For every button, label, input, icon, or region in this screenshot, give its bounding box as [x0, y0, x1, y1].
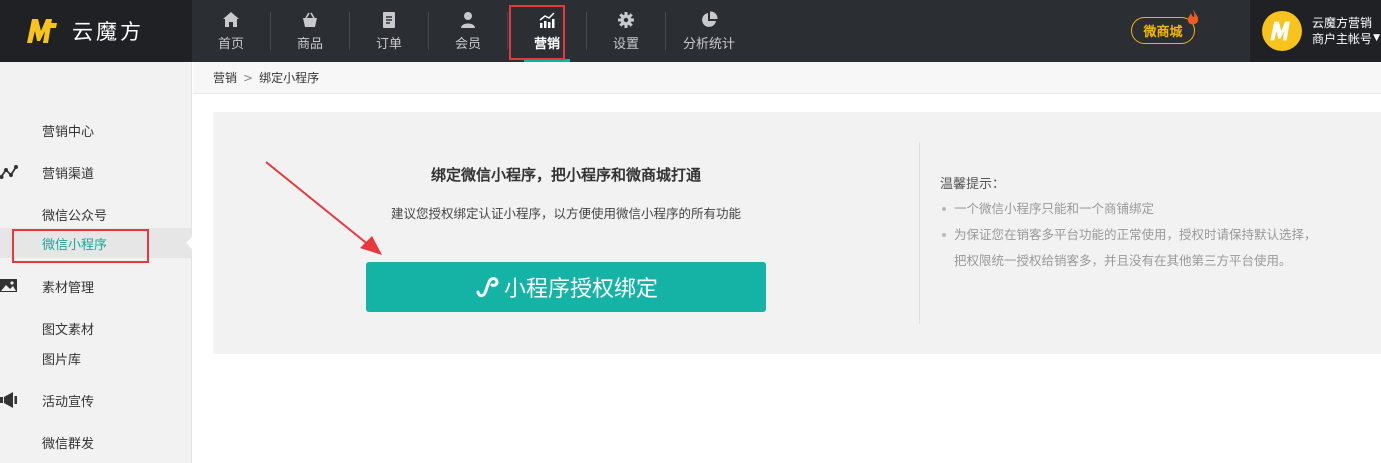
nav-orders[interactable]: 订单: [350, 0, 428, 62]
panel-subtitle: 建议您授权绑定认证小程序，以方便使用微信小程序的所有功能: [390, 206, 741, 221]
brand-logo-icon: [1270, 21, 1290, 41]
highlight-box: [12, 229, 149, 263]
miniprogram-icon: [476, 277, 499, 297]
sidebar-item-materials[interactable]: 素材管理: [0, 271, 192, 301]
sidebar-item-label: 微信群发: [42, 436, 95, 452]
tip-item: 把权限统一授权给销客多，并且没有在其他第三方平台使用。: [954, 253, 1292, 268]
main-nav: 首页 商品 订单 会员 营销 设置 分析统计: [192, 0, 752, 62]
active-pointer: [186, 235, 194, 251]
image-icon: [0, 279, 17, 292]
chevron-down-icon: ▼: [1373, 33, 1380, 43]
sidebar-item-marketing-channels[interactable]: 营销渠道: [0, 157, 192, 187]
panel-title: 绑定微信小程序，把小程序和微商城打通: [430, 166, 701, 184]
basket-icon: [303, 12, 317, 27]
bind-panel: 绑定微信小程序，把小程序和微商城打通 建议您授权绑定认证小程序，以方便使用微信小…: [213, 112, 1381, 354]
avatar: [1262, 11, 1302, 51]
sidebar-item-label: 图文素材: [42, 322, 95, 338]
breadcrumb: 营销 > 绑定小程序: [193, 62, 1381, 94]
nav-home[interactable]: 首页: [192, 0, 270, 62]
nav-label: 首页: [217, 36, 244, 52]
sidebar-item-campaigns[interactable]: 活动宣传: [0, 385, 192, 415]
flame-icon: [1187, 9, 1199, 25]
user-name: 云魔方营销: [1312, 16, 1373, 30]
sidebar-item-label: 营销渠道: [42, 166, 95, 182]
sidebar-item-label: 素材管理: [42, 280, 95, 296]
sidebar-item-label: 图片库: [42, 352, 82, 368]
sidebar-item-label: 活动宣传: [42, 394, 95, 410]
home-icon: [223, 11, 239, 27]
megaphone-icon: [0, 392, 17, 408]
logo[interactable]: 云魔方: [0, 0, 192, 62]
sidebar-item-mass-message[interactable]: 微信群发: [0, 427, 192, 457]
miniprogram-bind-button[interactable]: 小程序授权绑定: [366, 262, 766, 312]
tip-item: 一个微信小程序只能和一个商铺绑定: [940, 196, 1370, 222]
sidebar-item-label: 营销中心: [42, 124, 95, 140]
document-icon: [383, 11, 395, 28]
sidebar-item-wechat-official[interactable]: 微信公众号: [0, 199, 192, 229]
nav-label: 分析统计: [682, 36, 735, 52]
nav-members[interactable]: 会员: [429, 0, 507, 62]
user-icon: [461, 11, 475, 28]
pie-chart-icon: [702, 10, 718, 27]
breadcrumb-parent[interactable]: 营销: [213, 69, 237, 86]
sidebar-item-articles[interactable]: 图文素材: [0, 313, 192, 343]
nav-analytics[interactable]: 分析统计: [666, 0, 752, 62]
nav-label: 商品: [296, 36, 323, 52]
brand-name: 云魔方: [72, 20, 144, 44]
sidebar-item-label: 微信公众号: [42, 208, 108, 224]
user-info: 云魔方营销 商户主帐号: [1312, 15, 1372, 47]
top-bar: 云魔方 首页 商品 订单 会员 营销 设置 分析统计 微商城 云魔方营销 商户主…: [0, 0, 1381, 62]
bind-button-label: 小程序授权绑定: [503, 277, 658, 302]
brand-logo-icon: [27, 19, 57, 43]
sidebar-item-marketing-center[interactable]: 营销中心: [0, 115, 192, 145]
tip-item: 为保证您在销客多平台功能的正常使用，授权时请保持默认选择，: [940, 222, 1370, 248]
sidebar-item-image-library[interactable]: 图片库: [0, 343, 192, 373]
highlight-box: [509, 5, 565, 60]
nav-label: 会员: [454, 36, 481, 52]
tips-title: 温馨提示：: [940, 177, 1006, 192]
user-role: 商户主帐号: [1312, 32, 1373, 46]
divider: [919, 142, 920, 324]
user-menu[interactable]: 云魔方营销 商户主帐号 ▼: [1250, 0, 1381, 62]
nav-label: 设置: [612, 36, 639, 52]
breadcrumb-current: 绑定小程序: [259, 71, 320, 85]
network-icon: [0, 165, 18, 179]
nav-settings[interactable]: 设置: [587, 0, 665, 62]
gear-icon: [618, 11, 634, 28]
nav-label: 订单: [375, 36, 402, 52]
tips-list: 一个微信小程序只能和一个商铺绑定 为保证您在销客多平台功能的正常使用，授权时请保…: [940, 196, 1370, 274]
nav-products[interactable]: 商品: [271, 0, 349, 62]
breadcrumb-separator-icon: >: [243, 70, 254, 85]
